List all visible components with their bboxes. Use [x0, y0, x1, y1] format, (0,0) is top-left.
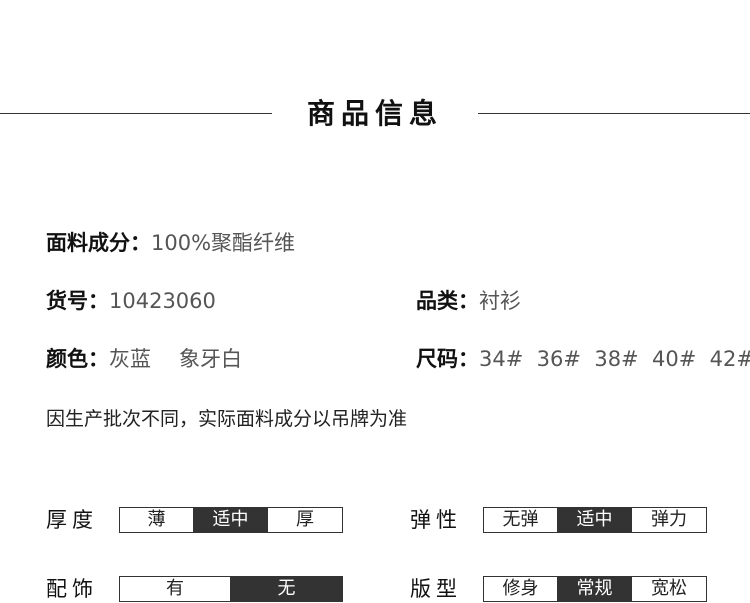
- accessory-option-no: 无: [231, 577, 342, 601]
- elasticity-option-none: 无弹: [484, 508, 558, 532]
- elasticity-scale: 无弹 适中 弹力: [483, 507, 707, 533]
- color-row: 颜色：灰蓝 象牙白: [46, 344, 242, 374]
- thickness-option-thick: 厚: [268, 508, 342, 532]
- section-header: 商品信息: [0, 90, 750, 138]
- accessory-option-yes: 有: [120, 577, 231, 601]
- accessory-label: 配饰: [46, 577, 98, 601]
- thickness-label: 厚度: [46, 508, 98, 532]
- elasticity-option-stretch: 弹力: [632, 508, 706, 532]
- elasticity-attribute: 弹性 无弹 适中 弹力: [410, 506, 707, 534]
- thickness-attribute: 厚度 薄 适中 厚: [46, 506, 343, 534]
- category-value: 衬衫: [479, 289, 521, 313]
- thickness-scale: 薄 适中 厚: [119, 507, 343, 533]
- fit-option-loose: 宽松: [632, 577, 706, 601]
- category-label: 品类：: [416, 289, 479, 313]
- material-value: 100%聚酯纤维: [151, 231, 296, 255]
- fit-option-slim: 修身: [484, 577, 558, 601]
- material-label: 面料成分：: [46, 231, 151, 255]
- accessory-scale: 有 无: [119, 576, 343, 602]
- color-label: 颜色：: [46, 347, 109, 371]
- size-label: 尺码：: [416, 347, 479, 371]
- size-value: 34# 36# 38# 40# 42#: [479, 347, 750, 371]
- thickness-option-thin: 薄: [120, 508, 194, 532]
- fit-label: 版型: [410, 577, 462, 601]
- category-row: 品类：衬衫: [416, 286, 521, 316]
- thickness-option-medium: 适中: [194, 508, 268, 532]
- elasticity-option-medium: 适中: [558, 508, 632, 532]
- accessory-attribute: 配饰 有 无: [46, 575, 343, 603]
- item-number-row: 货号：10423060: [46, 286, 216, 316]
- color-value-ivory: 象牙白: [179, 347, 242, 371]
- fit-scale: 修身 常规 宽松: [483, 576, 707, 602]
- fit-option-regular: 常规: [558, 577, 632, 601]
- item-number-value: 10423060: [109, 289, 216, 313]
- fit-attribute: 版型 修身 常规 宽松: [410, 575, 707, 603]
- color-value-grayblue: 灰蓝: [109, 347, 151, 371]
- header-divider-right: [478, 113, 750, 114]
- item-number-label: 货号：: [46, 289, 109, 313]
- elasticity-label: 弹性: [410, 508, 462, 532]
- material-row: 面料成分：100%聚酯纤维: [46, 228, 295, 258]
- header-divider-left: [0, 113, 272, 114]
- size-row: 尺码：34# 36# 38# 40# 42#: [416, 344, 750, 374]
- material-note: 因生产批次不同，实际面料成分以吊牌为准: [46, 408, 408, 430]
- page-title: 商品信息: [306, 97, 443, 130]
